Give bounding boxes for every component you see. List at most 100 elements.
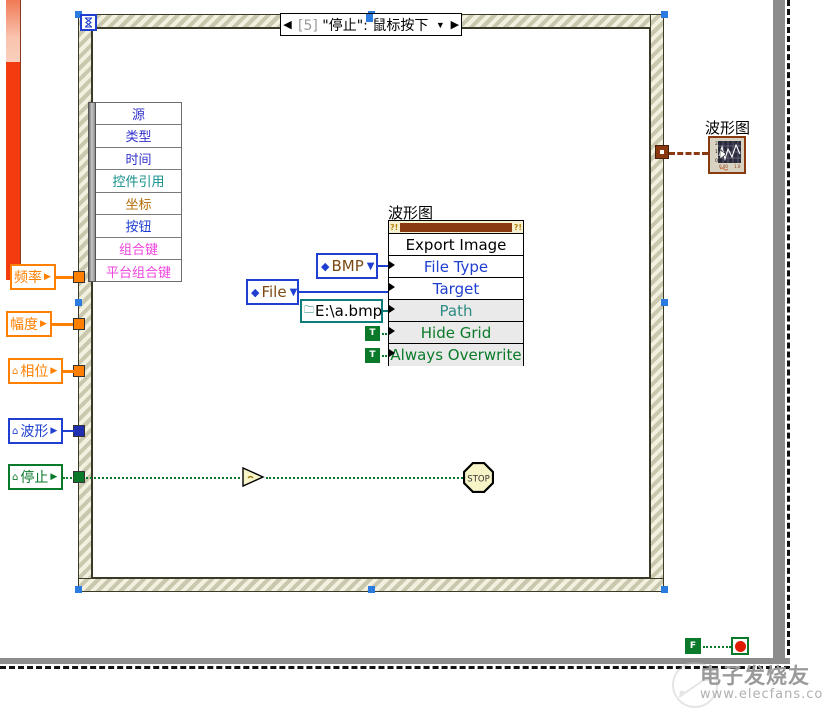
terminal-waveform-label: 波形 xyxy=(20,424,49,440)
resize-handle-tr[interactable] xyxy=(661,11,668,18)
event-selector-index: [5] xyxy=(298,17,318,34)
not-gate-icon[interactable] xyxy=(240,466,266,488)
invoke-param-path[interactable]: Path xyxy=(389,300,523,322)
waveform-graph-label: 波形图 xyxy=(705,119,751,137)
invoke-param-always-overwrite[interactable]: Always Overwrite xyxy=(389,344,523,366)
wire-target xyxy=(299,291,389,293)
home-icon: ⌂ xyxy=(12,425,19,437)
terminal-amplitude-label: 幅度 xyxy=(10,317,38,333)
stop-button-node[interactable]: STOP xyxy=(462,461,495,494)
resize-handle-mr[interactable] xyxy=(661,299,668,306)
event-data-item-button[interactable]: 按钮 xyxy=(96,215,181,238)
event-data-item-modifier[interactable]: 组合键 xyxy=(96,238,181,260)
tunnel-amplitude[interactable] xyxy=(73,318,85,330)
right-dashed-rule xyxy=(787,0,790,664)
terminal-arrow-icon: ▶ xyxy=(44,272,51,282)
left-band-divider xyxy=(20,0,21,280)
path-constant[interactable]: 🗀 E:\a.bmp xyxy=(300,299,383,323)
terminal-phase[interactable]: ⌂ 相位 ▶ xyxy=(8,358,63,384)
wire-phase xyxy=(63,370,75,373)
svg-text:2: 2 xyxy=(715,141,718,147)
event-data-item-platmod[interactable]: 平台组合键 xyxy=(96,260,181,283)
invoke-node-method-name[interactable]: Export Image xyxy=(389,234,523,256)
false-constant[interactable]: F xyxy=(685,638,701,654)
bool-true-glyph: T xyxy=(367,350,378,361)
file-type-enum-value: BMP xyxy=(331,257,364,275)
home-icon: ⌂ xyxy=(12,365,19,377)
event-selector-next-icon[interactable]: ▶ xyxy=(448,14,462,35)
tunnel-waveform-graph[interactable] xyxy=(655,145,669,159)
invoke-param-file-type[interactable]: File Type xyxy=(389,256,523,278)
timeout-hourglass-icon[interactable] xyxy=(80,14,97,31)
always-overwrite-true-constant[interactable]: T xyxy=(365,348,380,363)
enum-dropdown-icon[interactable]: ▼ xyxy=(364,261,379,272)
enum-updown-icon[interactable]: ◆ xyxy=(248,286,261,299)
hide-grid-true-constant[interactable]: T xyxy=(365,326,380,341)
resize-handle-br[interactable] xyxy=(661,586,668,593)
stop-function-icon[interactable] xyxy=(731,637,749,655)
bool-true-glyph: T xyxy=(367,328,378,339)
terminal-frequency[interactable]: 频率 ▶ xyxy=(10,264,56,290)
event-data-item-type[interactable]: 类型 xyxy=(96,125,181,148)
resize-handle-ml[interactable] xyxy=(75,299,82,306)
wire-graph-reference xyxy=(669,152,708,155)
reference-in-icon: ?! xyxy=(390,222,399,232)
wire-stop-in xyxy=(63,477,75,479)
invoke-param-target[interactable]: Target xyxy=(389,278,523,300)
invoke-node-export-image[interactable]: ?! ?! Export Image File Type Target Path… xyxy=(388,220,524,366)
reference-out-icon: ?! xyxy=(513,222,522,232)
invoke-param-hide-grid[interactable]: Hide Grid xyxy=(389,322,523,344)
event-data-item-source[interactable]: 源 xyxy=(96,103,181,125)
wire-stop-to-not xyxy=(86,477,240,479)
terminal-arrow-icon: ▶ xyxy=(50,366,58,376)
file-type-enum-constant[interactable]: ◆ BMP ▼ xyxy=(316,253,378,279)
wire-waveform xyxy=(63,430,75,432)
target-enum-constant[interactable]: ◆ File ▼ xyxy=(246,279,299,305)
wire-not-to-stopbtn xyxy=(266,477,463,479)
event-selector-dropdown-icon[interactable]: ▼ xyxy=(432,14,448,35)
text-cursor-marker xyxy=(366,14,373,22)
home-icon: ⌂ xyxy=(12,471,19,483)
event-selector-label: "停止": 鼠标按下 xyxy=(322,17,429,34)
wire-amplitude xyxy=(52,323,73,326)
terminal-arrow-icon: ▶ xyxy=(50,472,58,482)
terminal-arrow-icon: ▶ xyxy=(40,319,47,329)
svg-text:STOP: STOP xyxy=(467,475,489,485)
waveform-graph-icon[interactable]: 2 1 0 0.00 1.0 xyxy=(708,136,746,174)
event-data-item-ctlref[interactable]: 控件引用 xyxy=(96,170,181,193)
invoke-port-hide-grid xyxy=(389,327,395,335)
reference-wire-bar xyxy=(400,222,512,232)
right-edge-band xyxy=(773,0,785,664)
enum-updown-icon[interactable]: ◆ xyxy=(318,260,331,273)
path-constant-value: E:\a.bmp xyxy=(315,302,383,320)
invoke-port-target xyxy=(389,283,395,291)
terminal-frequency-label: 频率 xyxy=(14,270,42,286)
terminal-stop-label: 停止 xyxy=(20,470,49,486)
invoke-port-always-overwrite xyxy=(389,349,395,357)
resize-handle-bl[interactable] xyxy=(75,586,82,593)
svg-text:1: 1 xyxy=(715,149,718,155)
terminal-arrow-icon: ▶ xyxy=(50,426,58,436)
invoke-node-reference-header[interactable]: ?! ?! xyxy=(389,221,523,234)
tunnel-frequency[interactable] xyxy=(73,271,85,283)
folder-icon: 🗀 xyxy=(304,304,314,316)
terminal-amplitude[interactable]: 幅度 ▶ xyxy=(6,311,52,337)
target-enum-value: File xyxy=(261,283,287,301)
terminal-waveform[interactable]: ⌂ 波形 ▶ xyxy=(8,418,63,444)
invoke-port-file-type xyxy=(389,261,395,269)
event-selector-prev-icon[interactable]: ◀ xyxy=(281,14,294,35)
resize-handle-bc[interactable] xyxy=(368,586,375,593)
terminal-stop[interactable]: ⌂ 停止 ▶ xyxy=(8,464,63,490)
left-band-gradient xyxy=(6,0,20,62)
bool-false-glyph: F xyxy=(687,640,699,652)
event-data-item-coords[interactable]: 坐标 xyxy=(96,193,181,215)
wire-frequency xyxy=(56,276,73,279)
svg-text:1.0: 1.0 xyxy=(734,164,741,169)
event-data-node-grip[interactable] xyxy=(88,102,96,282)
watermark-text-cn: 电子发烧友 xyxy=(700,664,810,688)
wire-false-to-stop xyxy=(703,646,731,648)
terminal-phase-label: 相位 xyxy=(20,364,49,380)
event-data-item-time[interactable]: 时间 xyxy=(96,148,181,170)
invoke-port-path xyxy=(389,305,395,313)
svg-text:0: 0 xyxy=(715,158,718,164)
